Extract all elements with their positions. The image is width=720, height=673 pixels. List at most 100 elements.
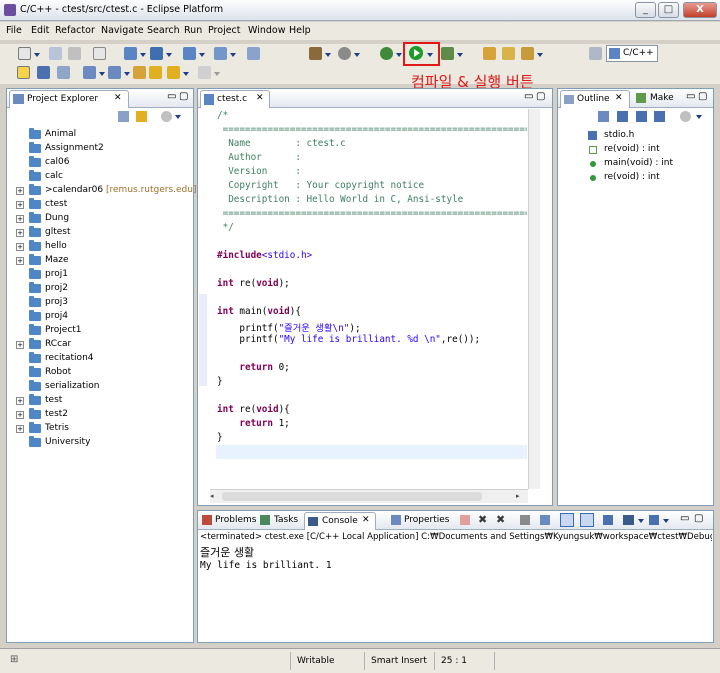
maximize-view-icon[interactable]: ▢ xyxy=(694,513,703,524)
scroll-left-icon[interactable]: ◂ xyxy=(210,492,219,501)
annotation-toggle-icon[interactable] xyxy=(17,66,30,79)
collapse-all-icon[interactable] xyxy=(118,111,129,122)
source-dropdown-icon[interactable] xyxy=(199,53,205,57)
binary-icon[interactable] xyxy=(93,47,106,60)
menu-navigate[interactable]: Navigate xyxy=(101,25,144,36)
folder-dropdown-icon[interactable] xyxy=(166,53,172,57)
minimize-view-icon[interactable]: ▭ xyxy=(524,91,533,102)
expand-icon[interactable]: + xyxy=(16,201,24,209)
expand-icon[interactable]: + xyxy=(16,243,24,251)
minimize-view-icon[interactable]: ▭ xyxy=(680,513,689,524)
sort-icon[interactable] xyxy=(598,111,609,122)
menu-refactor[interactable]: Refactor xyxy=(55,25,95,36)
perspective-cc-button[interactable]: C/C++ xyxy=(606,45,658,62)
open-file-icon[interactable] xyxy=(502,47,515,60)
run-dropdown-icon[interactable] xyxy=(427,53,433,57)
open-type-icon[interactable] xyxy=(247,47,260,60)
view-menu-dropdown-icon[interactable] xyxy=(175,115,181,119)
open-folder-icon[interactable] xyxy=(483,47,496,60)
search-torch-icon[interactable] xyxy=(521,47,534,60)
menu-window[interactable]: Window xyxy=(248,25,285,36)
scroll-thumb[interactable] xyxy=(222,492,482,501)
show-stderr-icon[interactable] xyxy=(580,513,594,527)
tab-tasks[interactable]: Tasks xyxy=(274,515,298,525)
new-class-icon[interactable] xyxy=(214,47,227,60)
remove-launch-icon[interactable]: ✖ xyxy=(478,514,488,525)
last-edit-icon[interactable] xyxy=(133,66,146,79)
code-area[interactable]: /* =====================================… xyxy=(217,109,527,489)
tab-project-explorer[interactable]: Project Explorer ✕ xyxy=(9,90,129,108)
class-dropdown-icon[interactable] xyxy=(230,53,236,57)
menu-run[interactable]: Run xyxy=(184,25,202,36)
close-tab-icon[interactable]: ✕ xyxy=(256,93,264,103)
tab-ctest-c[interactable]: ctest.c ✕ xyxy=(200,90,270,108)
print-icon[interactable] xyxy=(68,47,81,60)
close-tab-icon[interactable]: ✕ xyxy=(615,93,623,103)
vertical-scrollbar[interactable] xyxy=(528,109,540,489)
maximize-view-icon[interactable]: ▢ xyxy=(179,91,188,102)
new-project-icon[interactable] xyxy=(124,47,137,60)
expand-icon[interactable]: + xyxy=(16,425,24,433)
build-hammer-icon[interactable] xyxy=(309,47,322,60)
back-icon[interactable] xyxy=(149,66,162,79)
external-dropdown-icon[interactable] xyxy=(457,53,463,57)
hide-nonpublic-icon[interactable] xyxy=(654,111,665,122)
new-icon[interactable] xyxy=(18,47,31,60)
save-icon[interactable] xyxy=(49,47,62,60)
tab-problems[interactable]: Problems xyxy=(215,515,256,525)
link-editor-icon[interactable] xyxy=(136,111,147,122)
show-stdout-icon[interactable] xyxy=(560,513,574,527)
minimize-view-icon[interactable]: ▭ xyxy=(686,91,695,102)
open-perspective-icon[interactable] xyxy=(589,47,602,60)
hide-fields-icon[interactable] xyxy=(617,111,628,122)
new-folder-icon[interactable] xyxy=(150,47,163,60)
settings-icon[interactable] xyxy=(338,47,351,60)
tab-outline[interactable]: Outline ✕ xyxy=(560,90,630,108)
clear-console-icon[interactable] xyxy=(520,515,530,525)
maximize-button[interactable]: □ xyxy=(658,2,679,18)
block-select-icon[interactable] xyxy=(57,66,70,79)
minimize-view-icon[interactable]: ▭ xyxy=(167,91,176,102)
menu-file[interactable]: File xyxy=(6,25,22,36)
search-dropdown-icon[interactable] xyxy=(537,53,543,57)
menu-help[interactable]: Help xyxy=(289,25,311,36)
expand-icon[interactable]: + xyxy=(16,257,24,265)
hide-static-icon[interactable] xyxy=(636,111,647,122)
expand-icon[interactable]: + xyxy=(16,187,24,195)
settings-dropdown-icon[interactable] xyxy=(354,53,360,57)
view-menu-dropdown-icon[interactable] xyxy=(696,115,702,119)
expand-icon[interactable]: + xyxy=(16,229,24,237)
close-tab-icon[interactable]: ✕ xyxy=(362,515,370,525)
open-console-icon[interactable] xyxy=(649,515,659,525)
menu-project[interactable]: Project xyxy=(208,25,241,36)
prev-annotation-icon[interactable] xyxy=(108,66,121,79)
debug-dropdown-icon[interactable] xyxy=(396,53,402,57)
terminate-icon[interactable] xyxy=(460,515,470,525)
close-tab-icon[interactable]: ✕ xyxy=(114,93,122,103)
tab-properties[interactable]: Properties xyxy=(404,515,449,525)
tab-make[interactable]: Make xyxy=(650,93,674,103)
back-arrow-icon[interactable] xyxy=(167,66,180,79)
view-menu-icon[interactable] xyxy=(161,111,172,122)
external-tools-icon[interactable] xyxy=(441,47,454,60)
back-dropdown-icon[interactable] xyxy=(183,72,189,76)
minimize-button[interactable]: _ xyxy=(635,2,656,18)
forward-arrow-icon[interactable] xyxy=(198,66,211,79)
remove-all-icon[interactable]: ✖ xyxy=(496,514,506,525)
close-button[interactable]: X xyxy=(683,2,717,18)
new-dropdown-icon[interactable] xyxy=(34,53,40,57)
display-console-icon[interactable] xyxy=(623,515,634,525)
open-console-dropdown-icon[interactable] xyxy=(663,519,669,523)
pin-console-icon[interactable] xyxy=(603,515,613,525)
scroll-lock-icon[interactable] xyxy=(540,515,550,525)
run-icon[interactable] xyxy=(409,46,423,60)
maximize-view-icon[interactable]: ▢ xyxy=(698,91,707,102)
build-dropdown-icon[interactable] xyxy=(325,53,331,57)
next-dropdown-icon[interactable] xyxy=(99,72,105,76)
forward-dropdown-icon[interactable] xyxy=(214,72,220,76)
scroll-right-icon[interactable]: ▸ xyxy=(516,492,525,501)
paragraph-icon[interactable] xyxy=(37,66,50,79)
next-annotation-icon[interactable] xyxy=(83,66,96,79)
menu-search[interactable]: Search xyxy=(147,25,180,36)
display-dropdown-icon[interactable] xyxy=(638,519,644,523)
